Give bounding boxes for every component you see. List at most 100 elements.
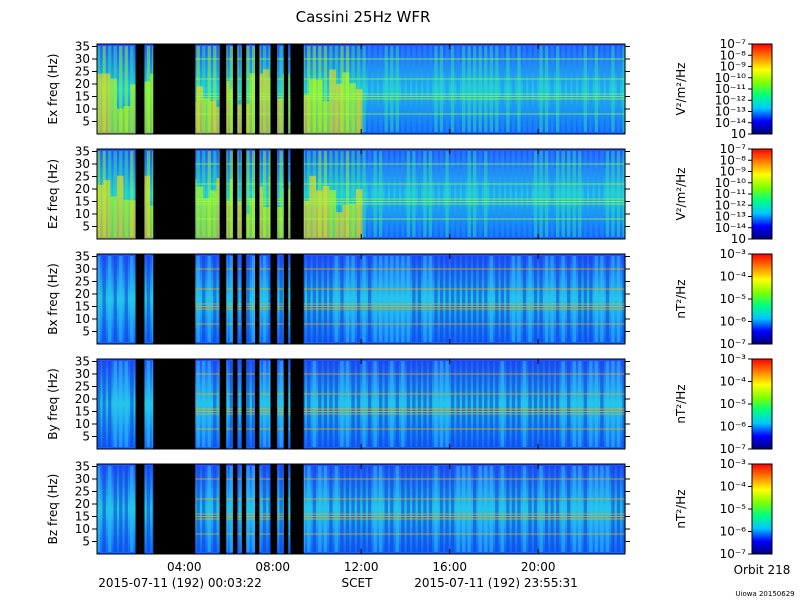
y-tick-label: 10 <box>75 312 90 326</box>
y-tick-label: 35 <box>75 460 90 474</box>
colorbar-label: nT²/Hz <box>674 489 688 528</box>
y-tick-label: 30 <box>75 157 90 171</box>
y-tick-label: 20 <box>75 392 90 406</box>
spectrogram-intensity <box>335 212 343 239</box>
y-tick-label: 25 <box>75 170 90 184</box>
figure-title: Cassini 25Hz WFR <box>296 8 431 26</box>
colorbar-tick-label: 10⁻⁶ <box>720 525 747 539</box>
colorbar-tick-label: 10 <box>731 127 746 141</box>
spectrogram-column <box>124 256 128 342</box>
colorbar-tick-label: 10⁻⁴ <box>720 480 747 494</box>
colorbar-tick-label: 10⁻⁷ <box>720 442 747 456</box>
spectrogram-intensity <box>322 101 330 134</box>
spectrogram-column <box>119 256 123 342</box>
spectrogram-column <box>108 361 112 447</box>
data-gap <box>153 464 196 554</box>
spectrogram-column <box>108 256 112 342</box>
data-gap <box>255 359 260 449</box>
spectrogram-intensity <box>322 185 330 239</box>
spectrogram-intensity <box>97 73 104 134</box>
data-gap <box>290 359 304 449</box>
data-gap <box>135 464 145 554</box>
spectrogram-column <box>130 256 134 342</box>
spectrogram-intensity <box>116 175 124 239</box>
y-tick-label: 5 <box>82 325 90 339</box>
data-gap <box>255 149 260 239</box>
colorbar-tick-label: 10⁻⁵ <box>720 502 747 516</box>
y-tick-label: 10 <box>75 417 90 431</box>
spectrogram-intensity <box>335 83 343 134</box>
y-axis-label: Ex freq (Hz) <box>46 54 60 125</box>
data-gap <box>135 149 145 239</box>
data-gap <box>219 44 227 134</box>
y-tick-label: 25 <box>75 380 90 394</box>
data-gap <box>153 149 196 239</box>
spectrogram-intensity <box>349 203 356 239</box>
spectrogram-intensity <box>209 190 217 239</box>
spectrogram-column <box>146 361 151 447</box>
data-gap <box>135 359 145 449</box>
spectrogram-intensity <box>123 199 131 239</box>
y-tick-label: 25 <box>75 275 90 289</box>
spectrogram-intensity <box>329 190 336 239</box>
orbit-label: Orbit 218 <box>734 563 791 577</box>
colorbar-tick-label: 10⁻³ <box>720 247 747 261</box>
data-gap <box>219 254 227 344</box>
spectrogram-column <box>113 256 117 342</box>
spectrogram-intensity <box>342 72 350 134</box>
y-tick-label: 35 <box>75 355 90 369</box>
spectrogram-intensity <box>196 186 204 239</box>
panel-4: 5101520253035 04:00 08:00 12:00 16:00 20:00 Bz… <box>46 457 773 574</box>
y-tick-label: 15 <box>75 405 90 419</box>
colorbar-label: nT²/Hz <box>674 384 688 423</box>
spectrogram-intensity <box>309 175 316 239</box>
panel-2: 5101520253035 Bx freq (Hz) 10⁻³ 10⁻⁴ 10⁻⁵ 10⁻… <box>46 247 773 351</box>
data-gap <box>241 254 247 344</box>
y-axis-label: Ez freq (Hz) <box>46 159 60 229</box>
spectrogram-intensity <box>203 98 210 134</box>
data-gap <box>219 359 227 449</box>
data-gap <box>232 359 238 449</box>
y-tick-label: 10 <box>75 207 90 221</box>
spectrogram-intensity <box>110 196 117 239</box>
start-time-label: 2015-07-11 (192) 00:03:22 <box>98 576 262 590</box>
panel-3: 5101520253035 By freq (Hz) 10⁻³ 10⁻⁴ 10⁻⁵ 10⁻… <box>46 352 773 456</box>
y-tick-label: 20 <box>75 182 90 196</box>
colorbar-tick-label: 10⁻⁷ <box>720 547 747 561</box>
spectrogram-intensity <box>276 206 283 239</box>
spectrogram-column <box>113 466 117 552</box>
y-tick-label: 15 <box>75 195 90 209</box>
y-tick-label: 30 <box>75 52 90 66</box>
data-gap <box>283 254 289 344</box>
data-gap <box>255 44 260 134</box>
data-gap <box>283 44 289 134</box>
version-label: Uiowa 20150629 <box>735 590 794 598</box>
data-gap <box>290 149 304 239</box>
spectrogram-column <box>124 361 128 447</box>
colorbar-tick-label: 10⁻⁶ <box>720 420 747 434</box>
y-tick-label: 25 <box>75 485 90 499</box>
data-gap <box>255 254 260 344</box>
spectrogram-column <box>102 361 106 447</box>
spectrogram-intensity <box>103 73 111 134</box>
spectrogram-intensity <box>97 184 104 239</box>
colorbar <box>751 463 773 555</box>
spectrogram-intensity <box>262 207 270 239</box>
data-gap <box>153 44 196 134</box>
spectrogram-intensity <box>110 78 117 134</box>
colorbar-tick-label: 10⁻³ <box>720 457 747 471</box>
data-gap <box>290 464 304 554</box>
spectrogram-intensity <box>315 79 323 134</box>
data-gap <box>241 359 247 449</box>
spectrogram-intensity <box>103 180 111 239</box>
y-tick-label: 25 <box>75 65 90 79</box>
colorbar-label: V²/m²/Hz <box>674 63 688 116</box>
panel-0: 5101520253035Ex freq (Hz)10⁻⁷10⁻⁸10⁻⁹10⁻… <box>46 37 773 141</box>
y-tick-label: 30 <box>75 472 90 486</box>
x-tick-label: 20:00 <box>521 560 556 574</box>
data-gap <box>290 254 304 344</box>
x-tick-label: 08:00 <box>255 560 290 574</box>
panels: 5101520253035Ex freq (Hz)10⁻⁷10⁻⁸10⁻⁹10⁻… <box>46 37 773 574</box>
spectrogram-column <box>102 256 106 342</box>
data-gap <box>153 254 196 344</box>
